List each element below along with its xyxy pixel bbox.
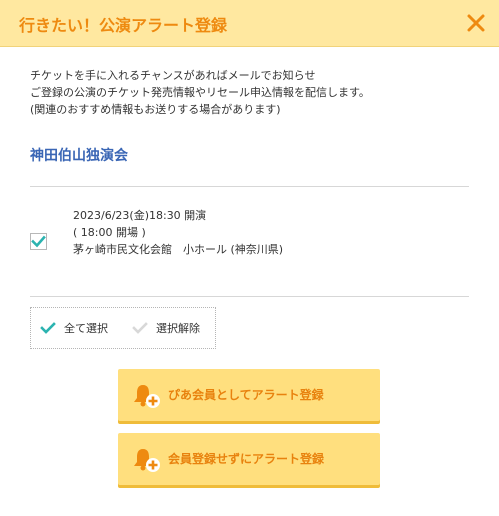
intro-line: (関連のおすすめ情報もお送りする場合があります): [30, 103, 281, 116]
intro-line: チケットを手に入れるチャンスがあればメールでお知らせ: [30, 69, 316, 82]
modal-title: 行きたい！公演アラート登録: [19, 16, 228, 35]
close-button[interactable]: [464, 11, 488, 35]
intro-text: チケットを手に入れるチャンスがあればメールでお知らせ ご登録の公演のチケット発売…: [30, 67, 370, 118]
check-icon: [132, 322, 148, 334]
divider: [30, 186, 469, 187]
check-icon: [31, 235, 46, 248]
select-all-button[interactable]: 全て選択: [40, 320, 120, 336]
performance-datetime: 2023/6/23(金)18:30 開演: [73, 209, 207, 222]
modal-header: 行きたい！公演アラート登録: [0, 0, 499, 47]
deselect-all-button[interactable]: 選択解除: [132, 320, 212, 336]
check-icon: [40, 322, 56, 334]
bell-plus-icon: [134, 385, 160, 408]
performance-row: 2023/6/23(金)18:30 開演 ( 18:00 開場 ) 茅ヶ崎市民文…: [30, 205, 470, 265]
deselect-all-label: 選択解除: [156, 322, 200, 335]
guest-alert-label: 会員登録せずにアラート登録: [168, 452, 325, 466]
close-icon: [467, 14, 485, 32]
bell-plus-icon: [134, 449, 160, 472]
performance-info: 2023/6/23(金)18:30 開演 ( 18:00 開場 ) 茅ヶ崎市民文…: [73, 207, 283, 258]
select-all-label: 全て選択: [64, 322, 108, 335]
performance-checkbox[interactable]: [30, 233, 47, 250]
performance-open-time: ( 18:00 開場 ): [73, 226, 146, 239]
intro-line: ご登録の公演のチケット発売情報やリセール申込情報を配信します。: [30, 86, 370, 99]
performance-venue: 茅ヶ崎市民文化会館 小ホール (神奈川県): [73, 243, 284, 256]
pia-member-alert-button[interactable]: ぴあ会員としてアラート登録: [118, 369, 380, 421]
event-title: 神田伯山独演会: [30, 148, 128, 164]
selection-controls: 全て選択 選択解除: [30, 307, 216, 349]
guest-alert-button[interactable]: 会員登録せずにアラート登録: [118, 433, 380, 485]
pia-member-alert-label: ぴあ会員としてアラート登録: [168, 388, 324, 402]
divider: [30, 296, 469, 297]
